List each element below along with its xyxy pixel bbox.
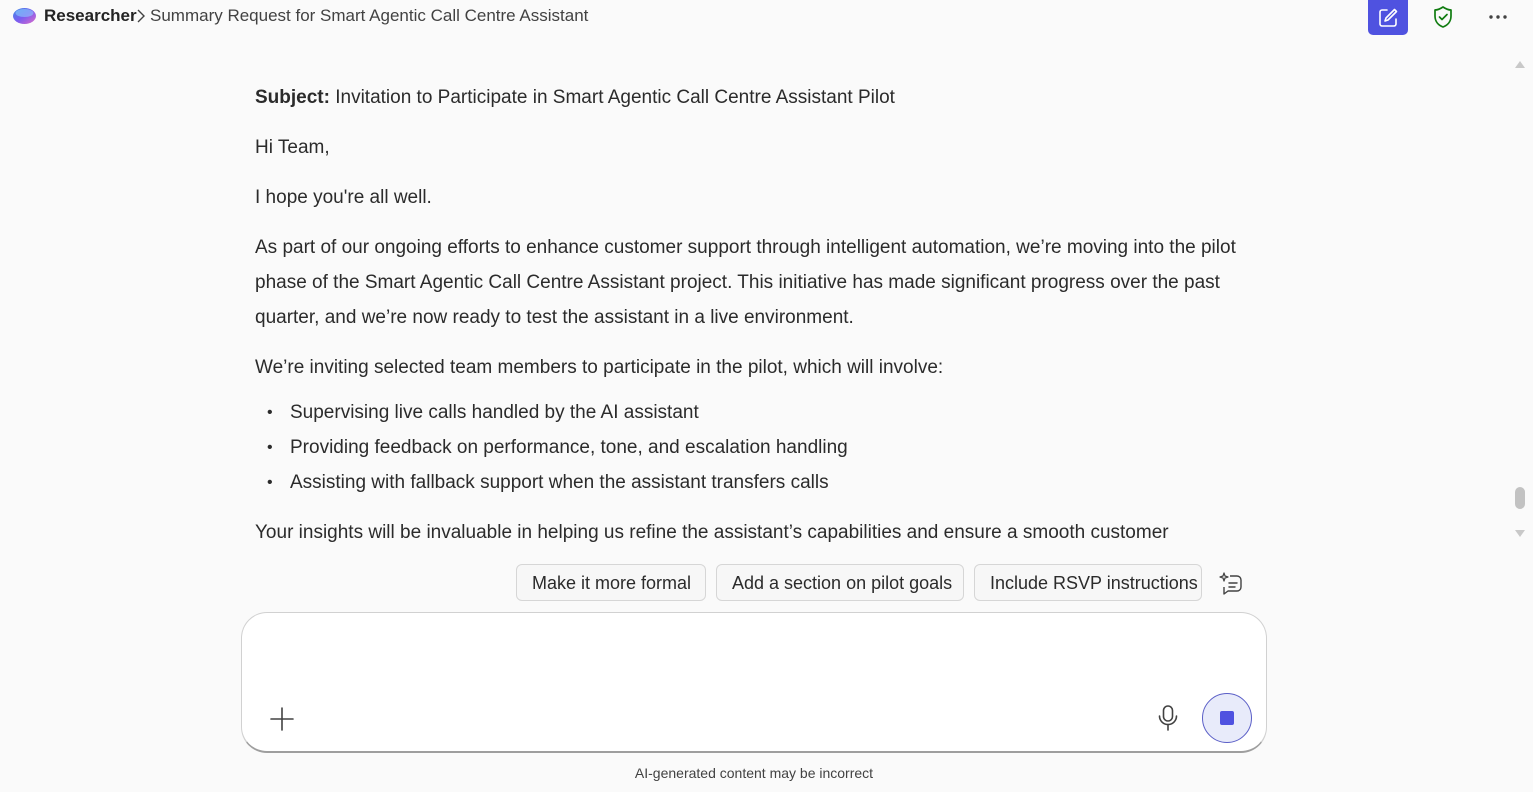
top-bar: Researcher Summary Request for Smart Age…: [0, 0, 1533, 35]
researcher-app: Researcher Summary Request for Smart Age…: [0, 0, 1533, 792]
sparkle-chat-icon[interactable]: [1218, 570, 1244, 596]
ai-disclaimer: AI-generated content may be incorrect: [634, 765, 874, 781]
message-content: Subject: Invitation to Participate in Sm…: [255, 80, 1255, 542]
email-subject: Subject: Invitation to Participate in Sm…: [255, 80, 1255, 115]
suggestion-chip[interactable]: Add a section on pilot goals: [716, 564, 964, 601]
suggestion-chip[interactable]: Make it more formal: [516, 564, 706, 601]
compose-icon: [1379, 8, 1398, 27]
pilot-involvement-list: Supervising live calls handled by the AI…: [255, 395, 1255, 500]
stop-icon: [1220, 711, 1234, 725]
list-item: Supervising live calls handled by the AI…: [267, 395, 1255, 430]
email-paragraph: As part of our ongoing efforts to enhanc…: [255, 237, 1236, 328]
email-opening: I hope you're all well.: [255, 187, 432, 208]
shield-check-icon: [1434, 6, 1452, 28]
suggestion-chip[interactable]: Include RSVP instructions: [974, 564, 1202, 601]
email-paragraph: Your insights will be invaluable in help…: [255, 522, 1169, 542]
stop-generating-button[interactable]: [1202, 693, 1252, 743]
message-input[interactable]: [270, 631, 1234, 683]
breadcrumb-conversation-title: Summary Request for Smart Agentic Call C…: [150, 6, 589, 25]
microphone-icon[interactable]: [1154, 703, 1182, 733]
message-composer: [241, 612, 1267, 753]
protection-status-button[interactable]: [1430, 4, 1456, 30]
more-horizontal-icon: [1489, 15, 1507, 19]
breadcrumb-app-name[interactable]: Researcher: [44, 6, 137, 26]
researcher-logo-icon: [13, 8, 36, 24]
more-options-button[interactable]: [1484, 4, 1512, 30]
subject-label: Subject:: [255, 87, 330, 108]
new-chat-button[interactable]: [1368, 0, 1408, 35]
subject-text: Invitation to Participate in Smart Agent…: [329, 87, 895, 108]
list-item: Assisting with fallback support when the…: [267, 465, 1255, 500]
plus-icon[interactable]: [268, 705, 296, 733]
list-item: Providing feedback on performance, tone,…: [267, 430, 1255, 465]
email-paragraph: We’re inviting selected team members to …: [255, 357, 944, 378]
chevron-right-icon: [137, 9, 145, 23]
scroll-up-arrow-icon[interactable]: [1513, 57, 1527, 71]
scroll-down-arrow-icon[interactable]: [1513, 527, 1527, 541]
email-greeting: Hi Team,: [255, 137, 330, 158]
scrollbar-thumb[interactable]: [1515, 487, 1525, 509]
